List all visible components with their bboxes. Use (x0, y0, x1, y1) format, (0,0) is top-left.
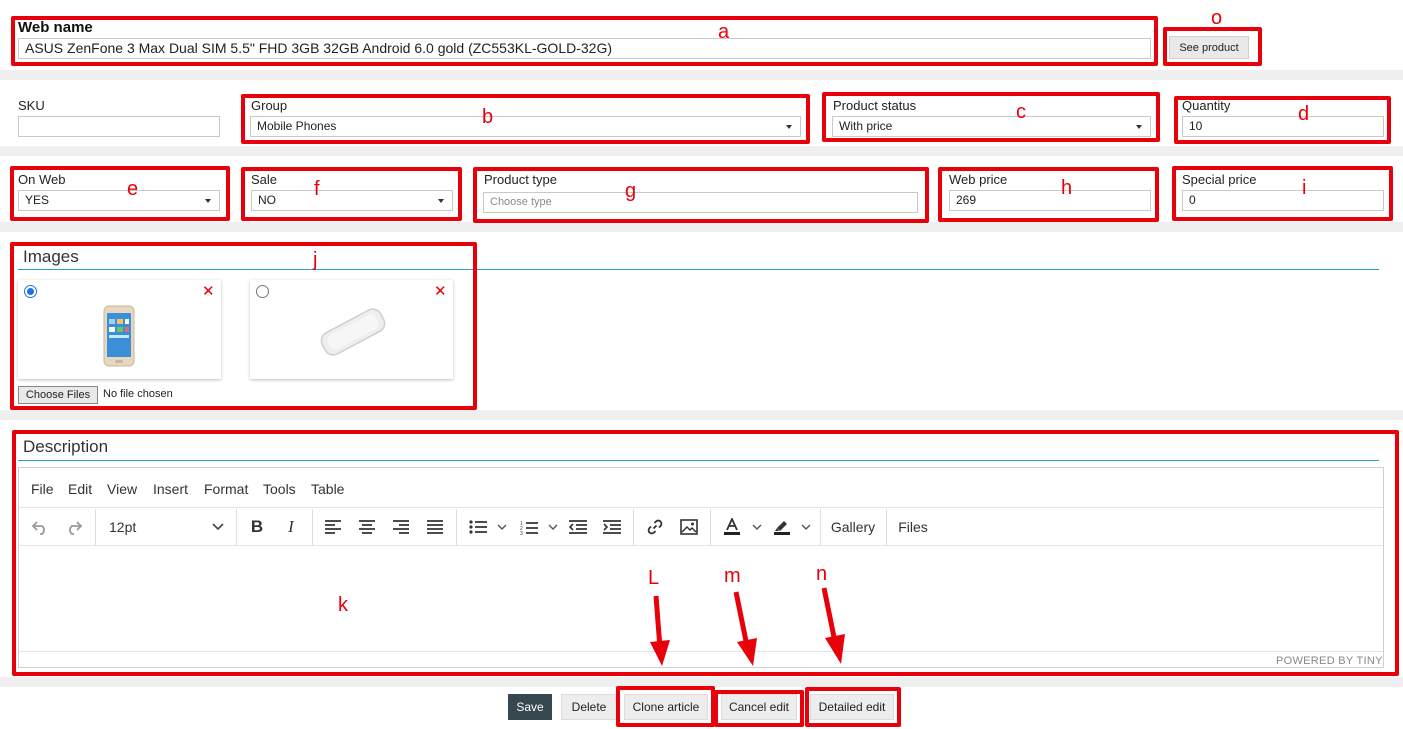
annotation-box-j (10, 242, 477, 410)
sku-label: SKU (18, 98, 45, 113)
annotation-box-m (714, 690, 804, 727)
annotation-label-i: i (1302, 177, 1307, 199)
annotation-label-d: d (1298, 103, 1310, 125)
separator-band (0, 70, 1403, 80)
annotation-arrow-n (821, 587, 845, 664)
annotation-label-j: j (313, 249, 318, 271)
delete-button[interactable]: Delete (561, 694, 617, 720)
annotation-box-o (1163, 27, 1262, 66)
annotation-box-h (938, 167, 1159, 222)
annotation-box-e (10, 166, 230, 221)
annotation-label-o: o (1211, 7, 1223, 29)
annotation-label-f: f (314, 178, 320, 200)
annotation-box-c (822, 92, 1160, 142)
annotation-arrow-l (650, 595, 670, 666)
annotation-label-b: b (482, 106, 494, 128)
annotation-label-e: e (127, 178, 139, 200)
annotation-label-k: k (338, 594, 348, 616)
sku-input[interactable] (18, 116, 220, 137)
annotation-arrows (650, 587, 845, 666)
annotation-arrow-m (733, 591, 757, 666)
annotation-label-h: h (1061, 177, 1073, 199)
separator-band (0, 410, 1403, 420)
annotation-label-a: a (718, 21, 730, 43)
annotation-box-n (805, 687, 901, 727)
annotation-box-b (241, 94, 810, 144)
separator-band (0, 222, 1403, 232)
save-button[interactable]: Save (508, 694, 552, 720)
annotation-box-a (11, 16, 1158, 66)
annotation-box-i (1172, 166, 1393, 221)
annotation-label-c: c (1016, 101, 1026, 123)
annotation-box-f (241, 167, 462, 221)
annotation-box-d (1174, 96, 1391, 144)
separator-band (0, 146, 1403, 156)
annotation-box-g (473, 167, 929, 223)
annotation-label-g: g (625, 180, 637, 202)
annotation-box-l (616, 686, 715, 727)
